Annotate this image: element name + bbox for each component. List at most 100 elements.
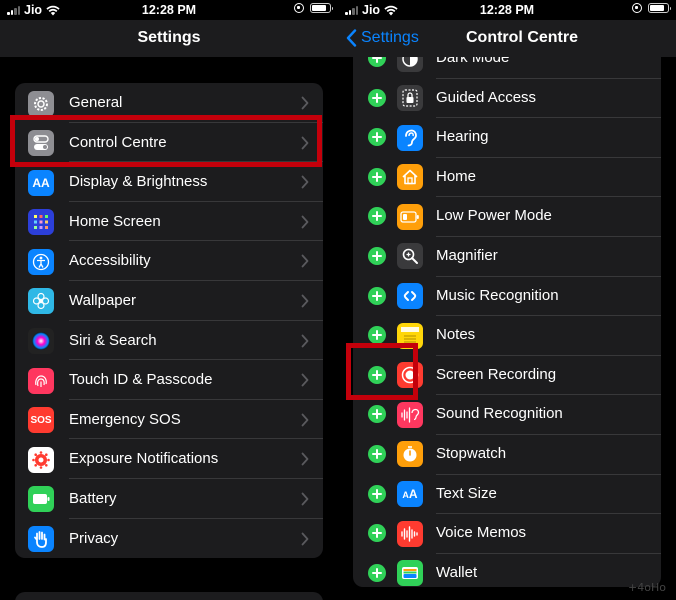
chevron-left-icon <box>346 29 357 47</box>
settings-item-label: Touch ID & Passcode <box>69 371 213 389</box>
orientation-lock-icon <box>294 3 304 13</box>
control-item-label: Dark Mode <box>436 57 510 66</box>
watermark: +4oHo <box>628 581 666 594</box>
battery-status-icon <box>648 3 671 13</box>
add-control-button[interactable] <box>368 128 386 147</box>
control-item-label: Guided Access <box>436 88 537 106</box>
control-item-label: Sound Recognition <box>436 405 563 423</box>
settings-item-touch-id-and-passcode[interactable]: Touch ID & Passcode <box>15 360 323 400</box>
more-controls-rows: Dark Mode Guided Access Hearing Home Low Pow… <box>353 57 661 587</box>
chevron-right-icon <box>301 334 309 347</box>
waveform-ear-icon <box>397 401 423 428</box>
waveform-icon <box>397 520 423 547</box>
control-item-screen-recording: Screen Recording <box>353 356 661 396</box>
nav-bar: Settings Control Centre <box>338 20 676 57</box>
settings-list: General Control Centre AA Display & Brightn… <box>15 83 323 558</box>
chevron-right-icon <box>301 373 309 387</box>
settings-item-label: General <box>69 94 123 111</box>
wallet-icon <box>397 560 423 587</box>
chevron-right-icon <box>301 492 309 506</box>
add-control-button[interactable] <box>368 207 386 226</box>
aa-icon: AA <box>28 169 54 196</box>
settings-item-siri-and-search[interactable]: Siri & Search <box>15 321 323 361</box>
notes-icon <box>397 322 423 349</box>
chevron-right-icon <box>301 175 309 189</box>
control-item-label: Voice Memos <box>436 524 527 542</box>
add-control-button[interactable] <box>368 405 386 424</box>
chevron-right-icon <box>301 452 309 466</box>
control-item-label: Music Recognition <box>436 286 559 304</box>
dark-mode-icon <box>397 57 423 72</box>
control-item-hearing: Hearing <box>353 118 661 158</box>
flower-icon <box>28 288 54 315</box>
toggles-icon <box>28 130 54 157</box>
add-control-button[interactable] <box>368 484 386 503</box>
chevron-right-icon <box>301 532 309 545</box>
control-item-low-power-mode: Low Power Mode <box>353 197 661 237</box>
control-item-home: Home <box>353 158 661 198</box>
status-time: 12:28 PM <box>479 3 535 17</box>
add-control-button[interactable] <box>368 563 386 582</box>
add-control-button[interactable] <box>368 365 386 384</box>
control-item-stopwatch: Stopwatch <box>353 435 661 475</box>
settings-item-battery[interactable]: Battery <box>15 479 323 519</box>
settings-item-accessibility[interactable]: Accessibility <box>15 241 323 281</box>
text-size-icon: AA <box>397 481 423 508</box>
control-item-label: Screen Recording <box>436 365 557 383</box>
control-item-notes: Notes <box>353 316 661 356</box>
settings-item-exposure-notifications[interactable]: Exposure Notifications <box>15 439 323 479</box>
lock-icon <box>397 85 423 112</box>
orientation-lock-icon <box>632 3 642 13</box>
chevron-right-icon <box>301 215 309 229</box>
chevron-right-icon <box>301 96 309 110</box>
status-right <box>294 3 333 13</box>
settings-item-label: Emergency SOS <box>69 410 181 428</box>
settings-item-general[interactable]: General <box>15 83 323 123</box>
add-control-button[interactable] <box>368 246 386 265</box>
chevron-right-icon <box>301 136 309 149</box>
stopwatch-icon <box>397 441 423 468</box>
settings-item-label: Control Centre <box>69 133 167 151</box>
settings-item-label: Accessibility <box>69 252 151 270</box>
status-right <box>632 3 671 13</box>
add-control-button[interactable] <box>368 524 386 543</box>
chevron-right-icon <box>301 294 309 308</box>
control-item-label: Notes <box>436 326 476 344</box>
add-control-button[interactable] <box>368 57 386 67</box>
settings-item-label: Battery <box>69 489 117 507</box>
status-bar: Jio 12:28 PM <box>0 0 338 20</box>
settings-item-home-screen[interactable]: Home Screen <box>15 202 323 242</box>
house-icon <box>397 164 423 191</box>
battery-icon <box>28 486 54 513</box>
more-controls-list: Dark Mode Guided Access Hearing Home Low Pow… <box>353 57 661 587</box>
settings-item-control-centre[interactable]: Control Centre <box>15 123 323 163</box>
status-time: 12:28 PM <box>141 3 197 17</box>
control-item-magnifier: Magnifier <box>353 237 661 277</box>
record-icon <box>397 362 423 389</box>
control-item-label: Stopwatch <box>436 444 507 462</box>
low-battery-icon <box>397 203 423 230</box>
control-item-dark-mode: Dark Mode <box>353 57 661 79</box>
control-item-wallet: Wallet <box>353 554 661 587</box>
page-title: Settings <box>137 29 201 46</box>
gear-icon <box>28 90 54 117</box>
control-item-label: Text Size <box>436 484 497 502</box>
control-item-music-recognition: Music Recognition <box>353 277 661 317</box>
add-control-button[interactable] <box>368 286 386 305</box>
control-item-sound-recognition: Sound Recognition <box>353 395 661 435</box>
add-control-button[interactable] <box>368 167 386 186</box>
settings-item-wallpaper[interactable]: Wallpaper <box>15 281 323 321</box>
control-item-label: Home <box>436 167 477 185</box>
control-item-label: Magnifier <box>436 246 498 264</box>
add-control-button[interactable] <box>368 444 386 463</box>
settings-item-label: Exposure Notifications <box>69 450 219 468</box>
home-grid-icon <box>28 209 54 236</box>
chevron-right-icon <box>301 413 309 427</box>
add-control-button[interactable] <box>368 88 386 107</box>
settings-item-label: Home Screen <box>69 212 161 230</box>
add-control-button[interactable] <box>368 326 386 345</box>
sos-icon: SOS <box>28 407 54 434</box>
settings-item-display-and-brightness[interactable]: AA Display & Brightness <box>15 162 323 202</box>
settings-item-emergency-sos[interactable]: SOS Emergency SOS <box>15 400 323 440</box>
settings-item-privacy[interactable]: Privacy <box>15 519 323 558</box>
